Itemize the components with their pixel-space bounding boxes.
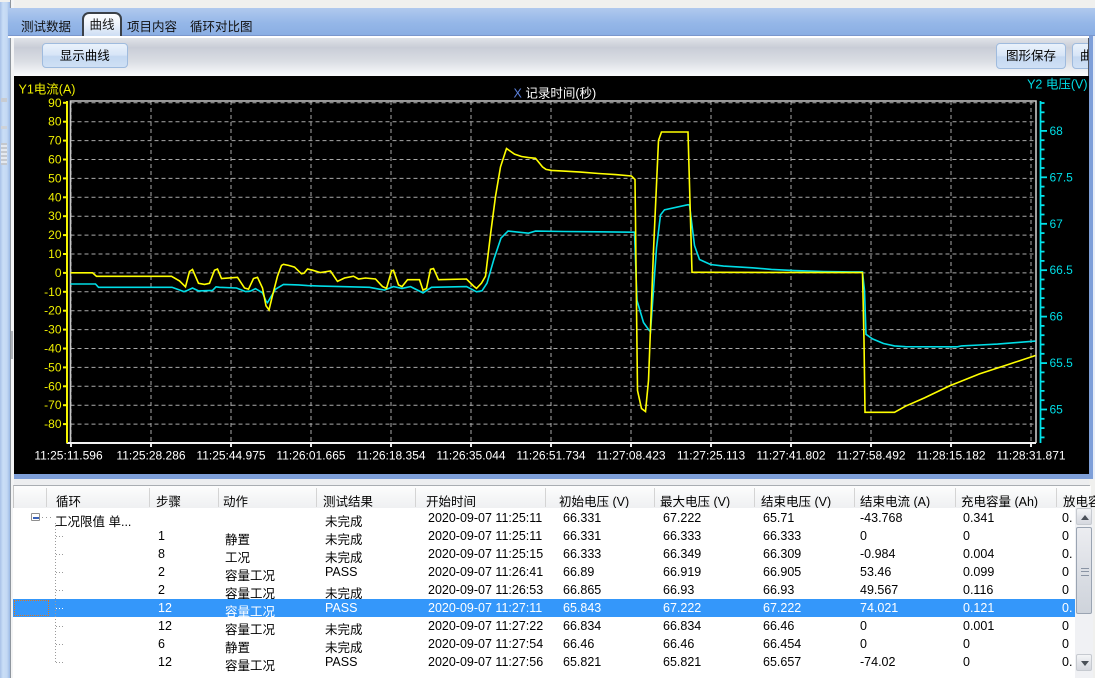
- svg-text:30: 30: [48, 209, 62, 223]
- svg-text:11:28:15.182: 11:28:15.182: [916, 448, 986, 462]
- svg-text:20: 20: [48, 228, 62, 242]
- svg-text:-40: -40: [44, 341, 62, 355]
- svg-text:67: 67: [1049, 216, 1063, 230]
- svg-text:11:27:41.802: 11:27:41.802: [756, 448, 826, 462]
- svg-text:10: 10: [48, 247, 62, 261]
- svg-text:11:27:08.423: 11:27:08.423: [596, 448, 666, 462]
- svg-text:-60: -60: [44, 379, 62, 393]
- svg-text:0: 0: [54, 265, 61, 279]
- svg-text:-10: -10: [44, 284, 62, 298]
- svg-text:65: 65: [1049, 402, 1063, 416]
- svg-text:66: 66: [1049, 309, 1063, 323]
- svg-text:68: 68: [1049, 123, 1063, 137]
- svg-text:-80: -80: [44, 417, 62, 431]
- svg-text:11:27:25.113: 11:27:25.113: [676, 448, 745, 462]
- svg-text:90: 90: [48, 95, 62, 109]
- svg-text:11:25:44.975: 11:25:44.975: [196, 448, 266, 462]
- svg-text:11:26:01.665: 11:26:01.665: [276, 448, 346, 462]
- svg-text:11:25:11.596: 11:25:11.596: [34, 448, 103, 462]
- svg-text:11:25:28.286: 11:25:28.286: [116, 448, 186, 462]
- svg-text:11:26:18.354: 11:26:18.354: [356, 448, 426, 462]
- svg-text:-20: -20: [44, 303, 62, 317]
- svg-text:80: 80: [48, 114, 62, 128]
- svg-text:-50: -50: [44, 360, 62, 374]
- svg-text:-30: -30: [44, 322, 62, 336]
- svg-text:X 记录时间(秒): X 记录时间(秒): [513, 86, 596, 100]
- svg-text:11:27:58.492: 11:27:58.492: [836, 448, 906, 462]
- svg-text:60: 60: [48, 152, 62, 166]
- svg-text:66.5: 66.5: [1049, 263, 1073, 277]
- svg-text:67.5: 67.5: [1049, 170, 1073, 184]
- svg-text:Y1电流(A): Y1电流(A): [18, 82, 75, 96]
- svg-text:Y2 电压(V): Y2 电压(V): [1027, 77, 1087, 91]
- svg-text:-70: -70: [44, 398, 62, 412]
- svg-text:70: 70: [48, 133, 62, 147]
- svg-text:11:26:35.044: 11:26:35.044: [436, 448, 506, 462]
- svg-text:11:26:51.734: 11:26:51.734: [516, 448, 586, 462]
- svg-text:40: 40: [48, 190, 62, 204]
- svg-text:50: 50: [48, 171, 62, 185]
- svg-text:65.5: 65.5: [1049, 356, 1073, 370]
- svg-text:11:28:31.871: 11:28:31.871: [996, 448, 1066, 462]
